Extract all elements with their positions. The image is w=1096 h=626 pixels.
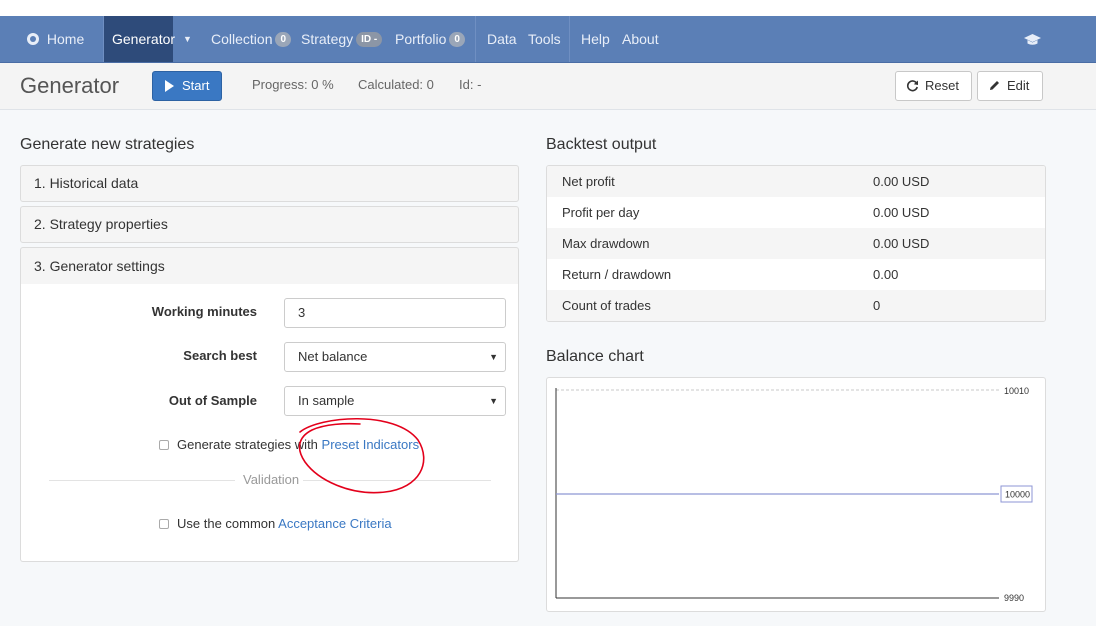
- acceptance-criteria-link[interactable]: Acceptance Criteria: [278, 516, 391, 531]
- nav-portfolio-label: Portfolio: [395, 31, 447, 47]
- panel-generator-settings-label: 3. Generator settings: [34, 258, 165, 274]
- row-name: Profit per day: [562, 205, 640, 220]
- y-tick-label-max: 10010: [1004, 386, 1029, 396]
- nav-separator: [569, 16, 570, 62]
- out-of-sample-label: Out of Sample: [168, 393, 257, 408]
- backtest-section-title: Backtest output: [546, 136, 657, 153]
- home-icon: [27, 33, 39, 45]
- balance-chart-svg: 10010 9990 10000: [555, 386, 1033, 603]
- start-button[interactable]: Start: [152, 71, 222, 101]
- play-icon: [165, 79, 174, 92]
- panel-strategy-properties[interactable]: 2. Strategy properties: [20, 206, 519, 243]
- chevron-down-icon: ▼: [489, 352, 498, 362]
- row-name: Count of trades: [562, 298, 651, 313]
- table-row: Max drawdown 0.00 USD: [547, 228, 1045, 259]
- chevron-down-icon: ▼: [489, 396, 498, 406]
- nav-tools-label: Tools: [528, 31, 561, 47]
- collection-badge: 0: [275, 31, 292, 47]
- graduation-cap-icon: [1024, 34, 1041, 46]
- nav-home-label: Home: [46, 31, 85, 47]
- nav-generator[interactable]: Generator: [104, 16, 176, 62]
- backtest-table: Net profit 0.00 USD Profit per day 0.00 …: [546, 165, 1046, 322]
- current-value-label: 10000: [1005, 490, 1030, 500]
- acceptance-criteria-checkbox[interactable]: [159, 519, 169, 529]
- main-navbar: Home Generator ▼ Collection 0 Strategy ID …: [0, 16, 1096, 63]
- portfolio-badge: 0: [449, 31, 465, 47]
- row-name: Max drawdown: [562, 236, 650, 251]
- edit-button[interactable]: Edit: [977, 71, 1043, 101]
- nav-generator-label: Generator: [112, 31, 176, 47]
- id-text: Id: -: [459, 77, 482, 92]
- working-minutes-label: Working minutes: [151, 304, 257, 319]
- row-value: 0: [873, 298, 881, 313]
- validation-label: Validation: [243, 472, 300, 487]
- row-value: 0.00: [873, 267, 899, 282]
- out-of-sample-select[interactable]: In sample ▼: [284, 386, 506, 416]
- balance-chart: 10010 9990 10000: [546, 377, 1046, 612]
- start-button-label: Start: [182, 78, 210, 93]
- acceptance-criteria-label: Use the common Acceptance Criteria: [177, 516, 392, 531]
- y-tick-label-min: 9990: [1004, 593, 1024, 603]
- calculated-text: Calculated: 0: [358, 77, 434, 92]
- nav-strategy[interactable]: Strategy ID -: [301, 16, 383, 62]
- panel-historical-data-label: 1. Historical data: [34, 175, 139, 191]
- search-best-label: Search best: [183, 348, 257, 363]
- generator-settings-body: Working minutes 3 Search best Net balanc…: [20, 284, 519, 562]
- table-row: Profit per day 0.00 USD: [547, 197, 1045, 228]
- nav-portfolio[interactable]: Portfolio 0: [395, 16, 465, 62]
- refresh-icon: [906, 80, 918, 92]
- validation-divider: [49, 480, 235, 481]
- chevron-down-icon: ▼: [183, 34, 192, 44]
- nav-about[interactable]: About: [622, 16, 659, 62]
- pencil-icon: [990, 81, 999, 91]
- preset-indicators-label: Generate strategies with Preset Indicato…: [177, 437, 419, 452]
- nav-home[interactable]: Home: [27, 16, 84, 62]
- nav-data-label: Data: [487, 31, 517, 47]
- panel-generator-settings[interactable]: 3. Generator settings: [20, 247, 519, 285]
- nav-help-label: Help: [581, 31, 610, 47]
- reset-button[interactable]: Reset: [895, 71, 972, 101]
- search-best-value: Net balance: [298, 349, 368, 364]
- preset-indicators-text: Generate strategies with: [177, 437, 322, 452]
- working-minutes-input[interactable]: 3: [284, 298, 506, 328]
- nav-academy[interactable]: [1024, 16, 1041, 62]
- nav-generator-dropdown[interactable]: ▼: [183, 16, 192, 62]
- nav-collection[interactable]: Collection 0: [211, 16, 292, 62]
- table-row: Return / drawdown 0.00: [547, 259, 1045, 290]
- panel-historical-data[interactable]: 1. Historical data: [20, 165, 519, 202]
- row-value: 0.00 USD: [873, 236, 930, 251]
- edit-button-label: Edit: [1007, 78, 1030, 93]
- search-best-select[interactable]: Net balance ▼: [284, 342, 506, 372]
- nav-collection-label: Collection: [211, 31, 273, 47]
- row-name: Net profit: [562, 174, 615, 189]
- strategy-badge: ID -: [356, 31, 383, 47]
- nav-about-label: About: [622, 31, 659, 47]
- progress-text: Progress: 0 %: [252, 77, 334, 92]
- table-row: Net profit 0.00 USD: [547, 166, 1045, 197]
- row-name: Return / drawdown: [562, 267, 672, 282]
- table-row: Count of trades 0: [547, 290, 1045, 321]
- nav-help[interactable]: Help: [581, 16, 610, 62]
- preset-indicators-checkbox[interactable]: [159, 440, 169, 450]
- toolbar: Generator Start Progress: 0 % Calculated…: [0, 63, 1096, 110]
- preset-indicators-link[interactable]: Preset Indicators: [322, 437, 420, 452]
- generate-section-title: Generate new strategies: [20, 136, 195, 153]
- out-of-sample-value: In sample: [298, 393, 355, 408]
- reset-button-label: Reset: [925, 78, 959, 93]
- nav-strategy-label: Strategy: [301, 31, 354, 47]
- nav-tools[interactable]: Tools: [528, 16, 561, 62]
- nav-separator: [475, 16, 476, 62]
- validation-divider: [303, 480, 491, 481]
- balance-chart-title: Balance chart: [546, 348, 644, 365]
- panel-strategy-properties-label: 2. Strategy properties: [34, 216, 168, 232]
- page-title: Generator: [20, 73, 120, 98]
- row-value: 0.00 USD: [873, 174, 930, 189]
- nav-data[interactable]: Data: [487, 16, 517, 62]
- acceptance-criteria-text: Use the common: [177, 516, 279, 531]
- top-strip: [0, 0, 1096, 16]
- row-value: 0.00 USD: [873, 205, 930, 220]
